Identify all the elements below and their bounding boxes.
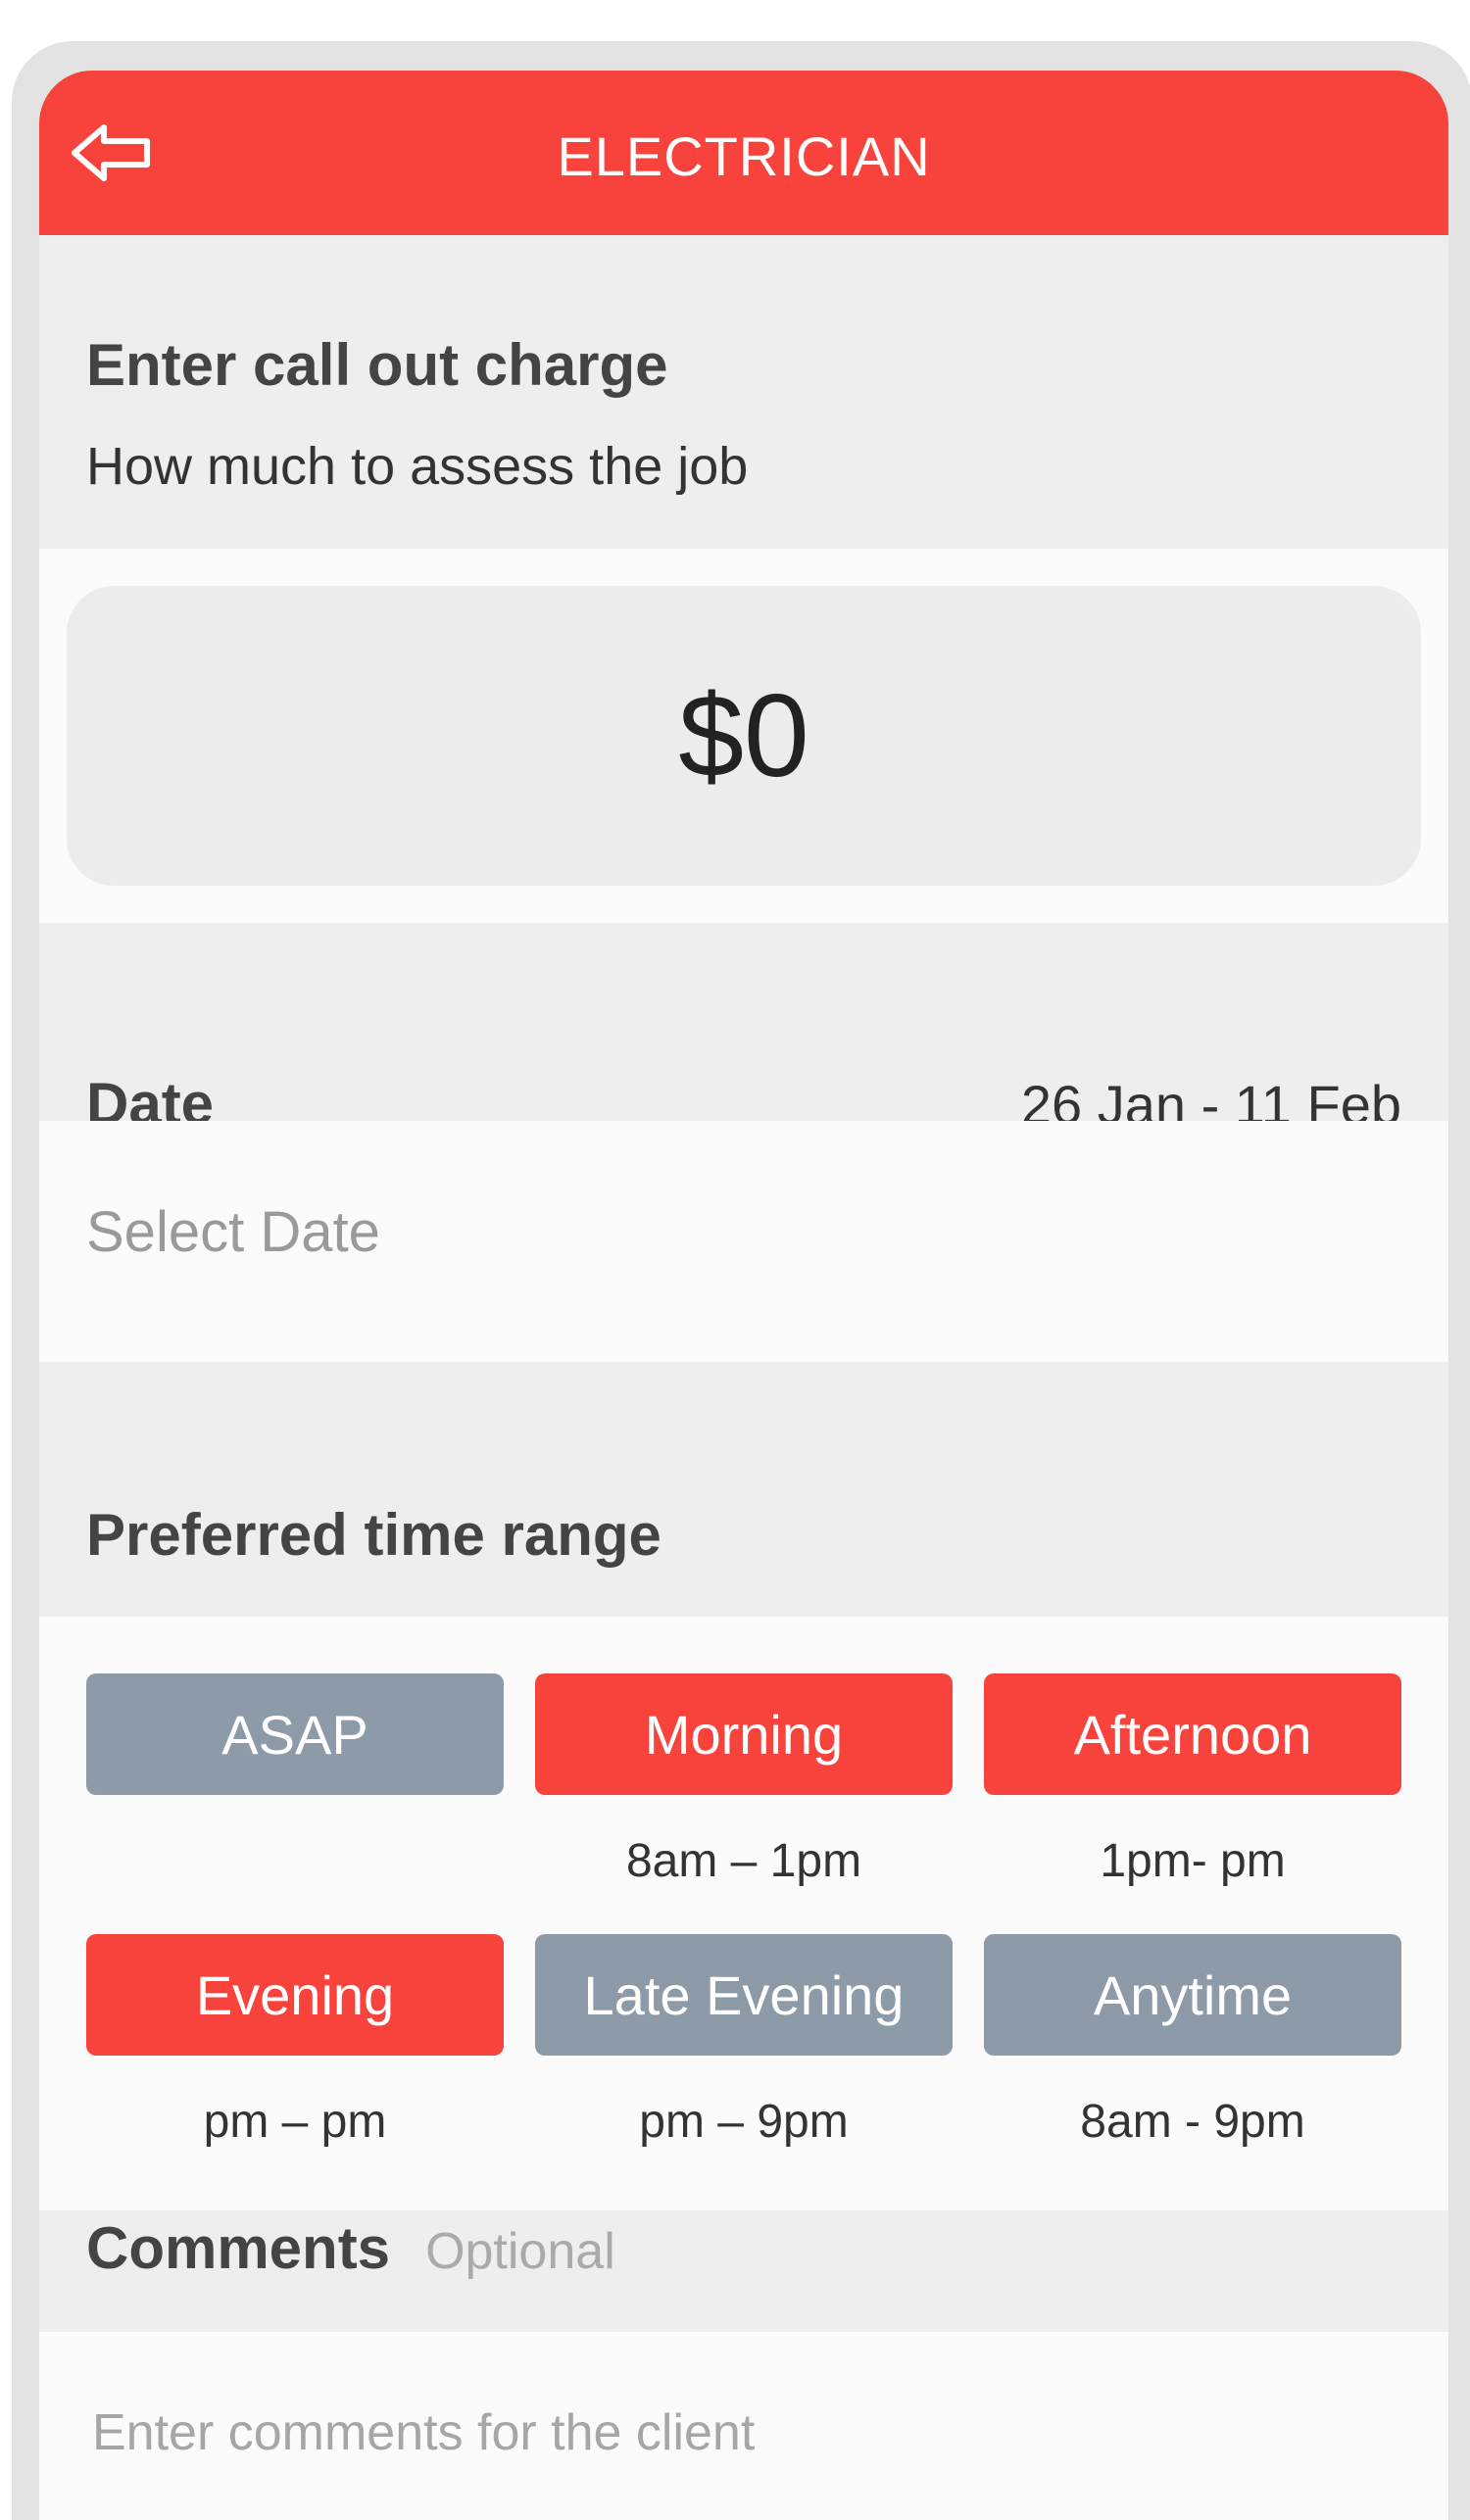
time-chip-late-evening[interactable]: Late Evening [535, 1934, 953, 2056]
time-range-section: ASAP Morning Afternoon 8am – 1pm 1pm- pm… [39, 1617, 1448, 2210]
date-picker-row[interactable]: Select Date [39, 1121, 1448, 1362]
optional-label: Optional [425, 2223, 615, 2280]
time-chip-evening[interactable]: Evening [86, 1934, 504, 2056]
time-hours-anytime: 8am - 9pm [1080, 2096, 1305, 2148]
comments-section: Enter comments for the client [39, 2332, 1448, 2520]
comments-header: Comments Optional [86, 2214, 615, 2282]
select-date-field[interactable]: Select Date [86, 1199, 380, 1266]
time-range-title: Preferred time range [86, 1502, 662, 1568]
top-bar: ELECTRICIAN [39, 71, 1448, 235]
time-hours-late-evening: pm – 9pm [639, 2096, 849, 2148]
comments-input[interactable]: Enter comments for the client [92, 2402, 755, 2463]
comments-label: Comments [86, 2215, 391, 2281]
amount-section: $0 [39, 549, 1448, 923]
time-chip-afternoon[interactable]: Afternoon [984, 1673, 1401, 1795]
call-out-amount-input[interactable]: $0 [67, 586, 1421, 886]
page-title: ELECTRICIAN [557, 125, 931, 187]
time-hours-evening: pm – pm [203, 2096, 387, 2148]
call-out-subtitle: How much to assess the job [86, 437, 749, 496]
time-chip-morning[interactable]: Morning [535, 1673, 953, 1795]
time-hours-afternoon: 1pm- pm [1100, 1835, 1286, 1887]
call-out-title: Enter call out charge [86, 332, 668, 398]
time-hours-morning: 8am – 1pm [625, 1835, 862, 1887]
app-screen: ELECTRICIAN Enter call out charge How mu… [39, 71, 1448, 2520]
time-chip-asap[interactable]: ASAP [86, 1673, 504, 1795]
time-chip-anytime[interactable]: Anytime [984, 1934, 1401, 2056]
